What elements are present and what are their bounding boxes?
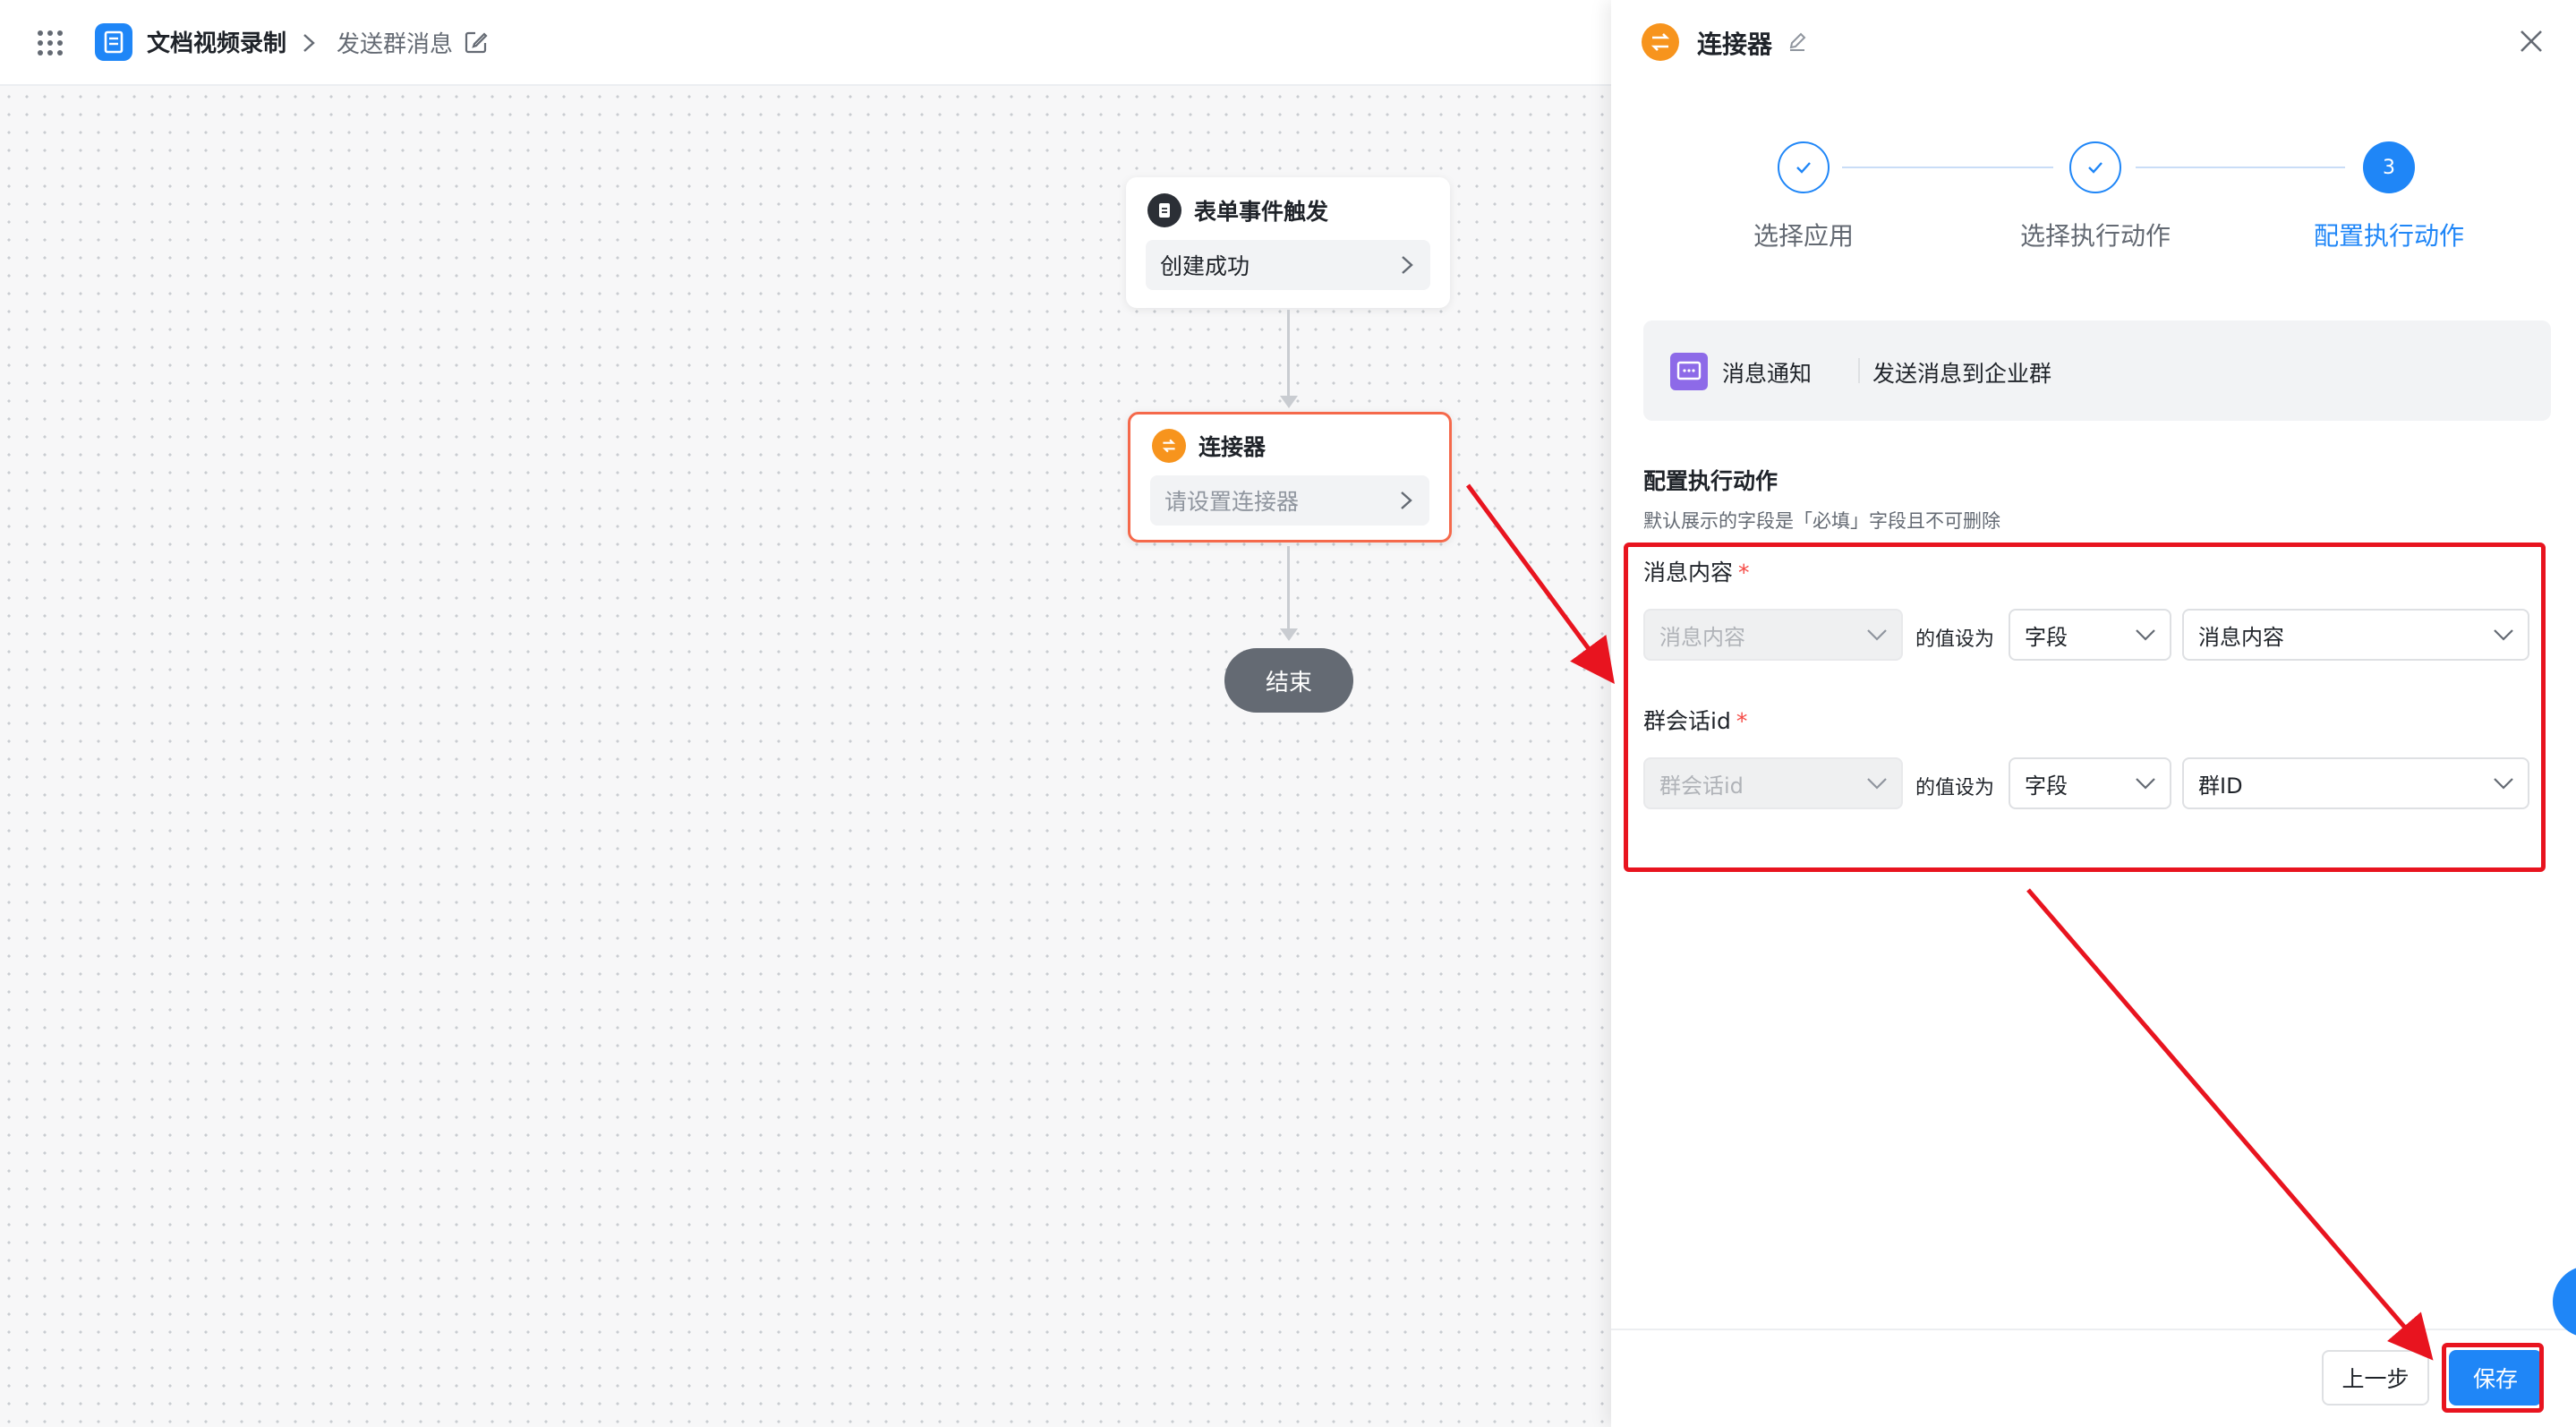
step-connector-line bbox=[1842, 167, 2053, 168]
trigger-node[interactable]: 表单事件触发 创建成功 bbox=[1126, 177, 1450, 308]
previous-step-button[interactable]: 上一步 bbox=[2322, 1350, 2429, 1406]
app-logo-icon bbox=[95, 23, 132, 61]
flow-arrow-icon bbox=[1280, 628, 1298, 641]
form-icon bbox=[1147, 193, 1181, 227]
flow-canvas[interactable]: 表单事件触发 创建成功 连接器 请设置连接器 结束 bbox=[0, 88, 1611, 1427]
chevron-right-icon bbox=[1401, 491, 1412, 509]
apps-grid-icon[interactable] bbox=[36, 29, 64, 57]
trigger-node-value-text: 创建成功 bbox=[1160, 253, 1250, 279]
step-1-label[interactable]: 选择应用 bbox=[1687, 217, 1920, 252]
step-3-number[interactable]: 3 bbox=[2363, 141, 2415, 193]
panel-footer bbox=[1611, 1329, 2576, 1427]
breadcrumb-current: 发送群消息 bbox=[337, 31, 454, 58]
section-title: 配置执行动作 bbox=[1643, 468, 1778, 494]
action-name: 发送消息到企业群 bbox=[1872, 361, 2052, 387]
annotation-box-save bbox=[2442, 1343, 2544, 1413]
connector-icon bbox=[1642, 23, 1679, 61]
flow-edge bbox=[1287, 310, 1290, 399]
step-3-label[interactable]: 配置执行动作 bbox=[2273, 217, 2505, 252]
divider bbox=[1858, 358, 1860, 383]
message-icon bbox=[1670, 353, 1708, 390]
trigger-node-title: 表单事件触发 bbox=[1194, 199, 1329, 225]
step-2-check-icon[interactable] bbox=[2069, 141, 2121, 193]
connector-node-title: 连接器 bbox=[1198, 434, 1267, 460]
pencil-icon[interactable] bbox=[1787, 30, 1808, 52]
connector-node-setting[interactable]: 请设置连接器 bbox=[1150, 475, 1429, 526]
chevron-right-icon bbox=[1402, 256, 1413, 274]
trigger-node-value[interactable]: 创建成功 bbox=[1146, 240, 1430, 290]
step-1-check-icon[interactable] bbox=[1778, 141, 1830, 193]
step-connector-line bbox=[2136, 167, 2345, 168]
connector-icon bbox=[1152, 429, 1186, 463]
close-icon[interactable] bbox=[2517, 27, 2546, 56]
flow-edge bbox=[1287, 546, 1290, 632]
app-name[interactable]: 文档视频录制 bbox=[147, 25, 286, 58]
panel-title: 连接器 bbox=[1697, 30, 1773, 59]
step-2-label[interactable]: 选择执行动作 bbox=[1979, 217, 2212, 252]
connector-node[interactable]: 连接器 请设置连接器 bbox=[1128, 412, 1452, 543]
annotation-box-fields bbox=[1624, 543, 2546, 872]
chevron-right-icon bbox=[303, 34, 315, 52]
top-bar: 文档视频录制 发送群消息 bbox=[0, 0, 1611, 86]
edit-icon[interactable] bbox=[464, 30, 489, 55]
section-description: 默认展示的字段是「必填」字段且不可删除 bbox=[1643, 510, 2000, 532]
connector-node-placeholder: 请设置连接器 bbox=[1164, 489, 1300, 515]
selected-action-card: 消息通知 发送消息到企业群 bbox=[1643, 320, 2551, 421]
action-app-name: 消息通知 bbox=[1722, 361, 1813, 387]
end-node[interactable]: 结束 bbox=[1224, 648, 1353, 713]
flow-arrow-icon bbox=[1280, 396, 1298, 408]
panel-header: 连接器 bbox=[1611, 0, 2576, 86]
